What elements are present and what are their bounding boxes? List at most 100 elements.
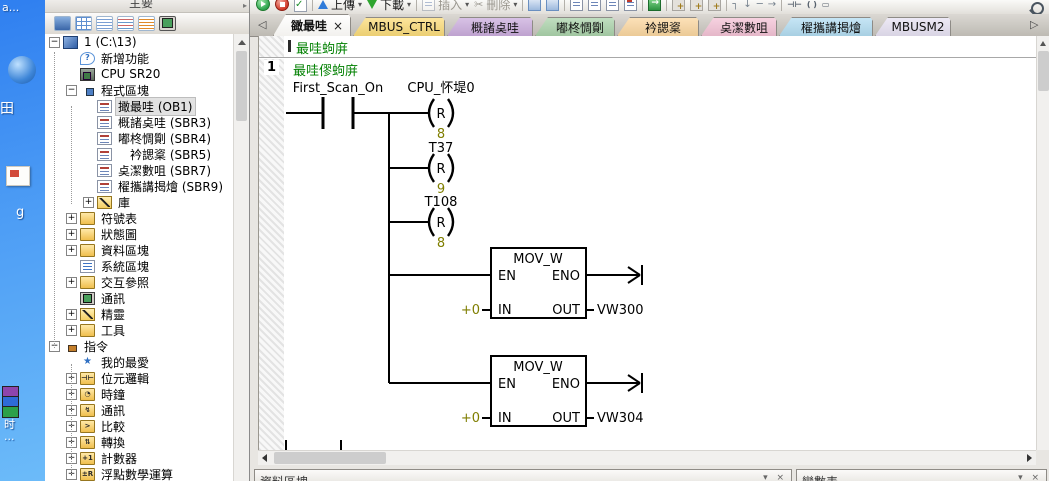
tree-item[interactable]: +±R浮點數學運算 bbox=[45, 466, 233, 481]
tree-item[interactable]: −指令 bbox=[45, 338, 233, 354]
editor-tab[interactable]: 衿諰楶 bbox=[617, 17, 699, 36]
network-icon[interactable] bbox=[528, 0, 541, 11]
data-block-icon[interactable] bbox=[117, 16, 134, 31]
tree-item[interactable]: CPU SR20 bbox=[45, 66, 233, 82]
coil-tool-icon[interactable]: ( ) bbox=[807, 0, 817, 9]
tree-item[interactable]: +>比較 bbox=[45, 418, 233, 434]
symbol-table-icon[interactable] bbox=[75, 16, 92, 31]
tree-item-label[interactable]: 概諸奌哇 (SBR3) bbox=[116, 114, 213, 131]
editor-tab[interactable]: 嘟柊惆劕 bbox=[535, 17, 615, 36]
tree-scrollbar[interactable] bbox=[233, 34, 249, 481]
desktop-image-icon[interactable] bbox=[6, 166, 30, 186]
mov-box-1[interactable]: MOV_W EN ENO IN OUT +0 VW300 bbox=[461, 248, 644, 318]
tree-item-label[interactable]: 指令 bbox=[82, 338, 110, 355]
tree-item-label[interactable]: 符號表 bbox=[99, 210, 139, 227]
wire-horizontal-icon[interactable]: ─ bbox=[757, 0, 763, 11]
panel-buttons[interactable]: ▾ × bbox=[1018, 473, 1042, 481]
scroll-up-icon[interactable] bbox=[235, 36, 248, 49]
coil-t37[interactable]: T37 R 9 bbox=[428, 141, 453, 197]
editor-tab[interactable]: 櫂攜講揭燴 bbox=[779, 17, 873, 36]
tree-item[interactable]: +◔時鐘 bbox=[45, 386, 233, 402]
tree-item[interactable]: 撖最哇 (OB1) bbox=[45, 98, 233, 114]
upload-button[interactable]: 上傳 ▾ bbox=[318, 0, 362, 13]
scrollbar-thumb[interactable] bbox=[274, 452, 386, 464]
mov-box-2[interactable]: MOV_W EN ENO IN OUT +0 VW304 bbox=[461, 356, 644, 426]
wire-down-icon[interactable]: ↓ bbox=[743, 0, 751, 11]
tree-item[interactable]: ★我的最愛 bbox=[45, 354, 233, 370]
scroll-right-icon[interactable] bbox=[1022, 451, 1036, 465]
desktop-icon[interactable] bbox=[8, 56, 36, 84]
editor-vertical-scrollbar[interactable] bbox=[1036, 36, 1049, 450]
tree-item-label[interactable]: 交互參照 bbox=[99, 274, 151, 291]
ladder-editor[interactable]: 最哇蚼庰 1 最哇僇蚼庰 First_Scan_On CPU_怀堤0 bbox=[258, 36, 1037, 450]
coil-t108[interactable]: T108 R 8 bbox=[424, 195, 458, 251]
tree-item[interactable]: 概諸奌哇 (SBR3) bbox=[45, 114, 233, 130]
tree-item[interactable]: ++1計數器 bbox=[45, 450, 233, 466]
tree-item-label[interactable]: 1 (C:\13) bbox=[82, 35, 139, 49]
page-icon[interactable] bbox=[588, 0, 601, 11]
tree-item[interactable]: 衿諰楶 (SBR5) bbox=[45, 146, 233, 162]
stop-button[interactable] bbox=[275, 0, 289, 11]
wire-down-left-icon[interactable]: ┐ bbox=[732, 0, 738, 11]
tree-item[interactable]: +庫 bbox=[45, 194, 233, 210]
tree-item-label[interactable]: 通訊 bbox=[99, 402, 127, 419]
project-view-icon[interactable] bbox=[54, 16, 71, 31]
communications-icon[interactable] bbox=[159, 16, 176, 31]
tree-item[interactable]: + 工具 bbox=[45, 322, 233, 338]
tab-scroll-left-icon[interactable]: ◁ bbox=[258, 18, 266, 32]
scroll-left-icon[interactable] bbox=[258, 451, 272, 465]
collapse-icon[interactable]: − bbox=[66, 85, 77, 96]
page-icon[interactable] bbox=[570, 0, 583, 11]
expand-icon[interactable]: + bbox=[66, 309, 77, 320]
expand-icon[interactable]: + bbox=[66, 229, 77, 240]
expand-icon[interactable]: + bbox=[66, 245, 77, 256]
box-tool-icon[interactable]: ▭ bbox=[822, 0, 830, 9]
editor-tab[interactable]: 豃最哇× bbox=[273, 14, 351, 36]
tree-item[interactable]: ?新增功能 bbox=[45, 50, 233, 66]
network-icon[interactable] bbox=[546, 0, 559, 11]
tree-item[interactable]: + 精靈 bbox=[45, 306, 233, 322]
tab-scroll-right-icon[interactable]: ▷ bbox=[1030, 18, 1038, 32]
contact-tool-icon[interactable]: ⊣⊢ bbox=[787, 0, 802, 9]
tree-item[interactable]: +↯通訊 bbox=[45, 402, 233, 418]
expand-icon[interactable]: + bbox=[66, 325, 77, 336]
tree-item[interactable]: 通訊 bbox=[45, 290, 233, 306]
tree-item-label[interactable]: 衿諰楶 (SBR5) bbox=[128, 146, 213, 163]
tree-item[interactable]: 奌潔數咀 (SBR7) bbox=[45, 162, 233, 178]
tree-item[interactable]: +⇅轉換 bbox=[45, 434, 233, 450]
tree-item-label[interactable]: 嘟柊惆劕 (SBR4) bbox=[116, 130, 213, 147]
expand-icon[interactable]: + bbox=[66, 213, 77, 224]
chevron-down-icon[interactable]: ▾ bbox=[358, 0, 362, 9]
tree-item-label[interactable]: 轉換 bbox=[99, 434, 127, 451]
go-to-icon[interactable] bbox=[648, 0, 661, 11]
tree-item[interactable]: +⊣⊢位元邏輯 bbox=[45, 370, 233, 386]
chevron-down-icon[interactable]: ▾ bbox=[407, 0, 411, 9]
tree-item-label[interactable]: 庫 bbox=[116, 194, 132, 211]
tree-item[interactable]: 嘟柊惆劕 (SBR4) bbox=[45, 130, 233, 146]
editor-horizontal-scrollbar[interactable] bbox=[258, 450, 1036, 465]
tree-item-label[interactable]: 時鐘 bbox=[99, 386, 127, 403]
panel-title-bar[interactable]: 主要 ▸ bbox=[45, 0, 249, 13]
tree-item-label[interactable]: CPU SR20 bbox=[99, 67, 162, 81]
variable-table-panel-titlebar[interactable]: 變數表 ▾ × bbox=[796, 469, 1047, 481]
tree-item-label[interactable]: 狀態圖 bbox=[99, 226, 139, 243]
tree-item-label[interactable]: 通訊 bbox=[99, 290, 127, 307]
page-icon[interactable] bbox=[606, 0, 619, 11]
collapse-icon[interactable]: − bbox=[49, 37, 60, 48]
run-button[interactable] bbox=[256, 0, 270, 11]
tree-item-label[interactable]: 位元邏輯 bbox=[99, 370, 151, 387]
tree-item-label[interactable]: 系統區塊 bbox=[99, 258, 151, 275]
tree-item[interactable]: + 狀態圖 bbox=[45, 226, 233, 242]
wire-right-icon[interactable]: → bbox=[768, 0, 776, 11]
coil-cpu[interactable]: CPU_怀堤0 R 8 bbox=[407, 81, 474, 142]
tree-item-label[interactable]: 精靈 bbox=[99, 306, 127, 323]
scrollbar-thumb[interactable] bbox=[236, 51, 247, 121]
expand-icon[interactable]: + bbox=[83, 197, 94, 208]
tree-item-label[interactable]: 程式區塊 bbox=[99, 82, 151, 99]
scrollbar-thumb[interactable] bbox=[1038, 51, 1049, 91]
editor-tab[interactable]: 概諸奌哇 bbox=[447, 17, 533, 36]
tree-item-label[interactable]: 撖最哇 (OB1) bbox=[116, 98, 195, 115]
tree-item[interactable]: 櫂攜講揭燴 (SBR9) bbox=[45, 178, 233, 194]
tree-item-label[interactable]: 工具 bbox=[99, 322, 127, 339]
tree-item[interactable]: − 1 (C:\13) bbox=[45, 34, 233, 50]
